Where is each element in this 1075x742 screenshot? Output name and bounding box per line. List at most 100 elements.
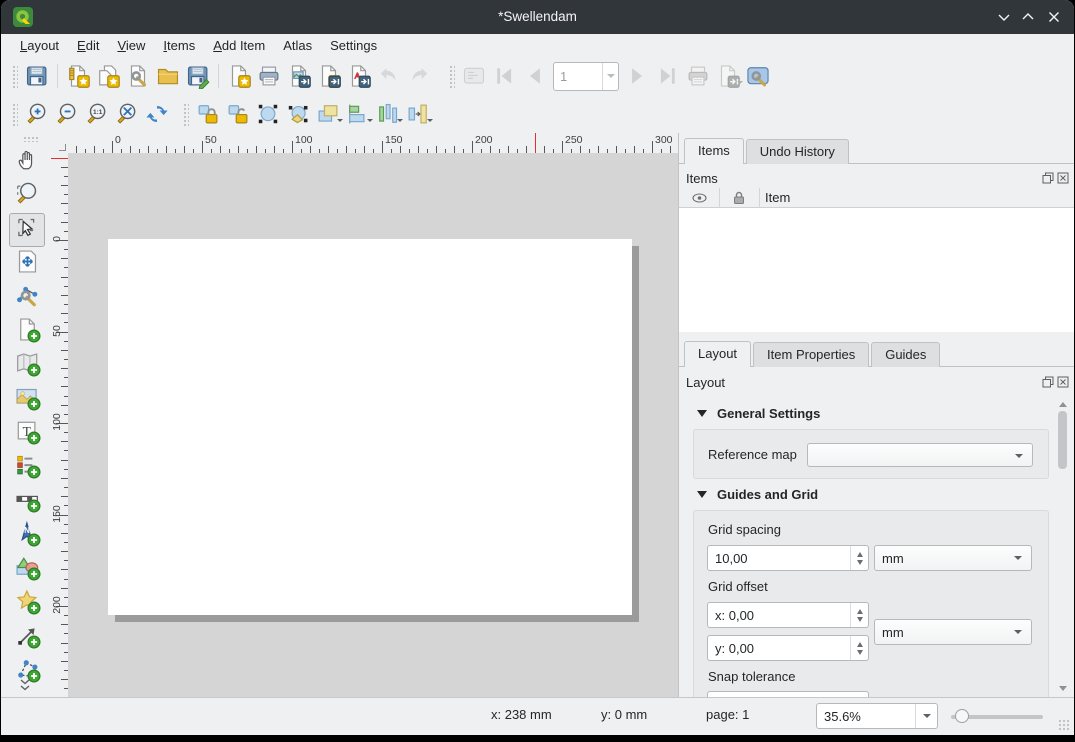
open-layout-button[interactable] — [153, 61, 183, 91]
export-as-image-button[interactable] — [284, 61, 314, 91]
tab-guides[interactable]: Guides — [871, 342, 940, 367]
tab-item-properties[interactable]: Item Properties — [753, 342, 869, 367]
export-as-svg-button[interactable] — [314, 61, 344, 91]
align-selected-items-button[interactable] — [343, 99, 373, 129]
zoom-in-button[interactable] — [22, 99, 52, 129]
preview-atlas-icon — [461, 63, 487, 89]
refresh-view-button[interactable] — [142, 99, 172, 129]
spinner-buttons[interactable] — [850, 603, 868, 627]
add-legend-tool-button[interactable] — [9, 451, 45, 485]
toolbar-grip[interactable] — [448, 64, 455, 88]
close-panel-icon[interactable] — [1057, 375, 1069, 387]
menu-layout[interactable]: Layout — [11, 36, 68, 55]
align-selected-items-icon — [345, 101, 371, 127]
add-marker-tool-button[interactable] — [9, 587, 45, 621]
unlock-all-items-button[interactable] — [223, 99, 253, 129]
add-items-from-template-button[interactable] — [224, 61, 254, 91]
menu-atlas[interactable]: Atlas — [274, 36, 321, 55]
layout-page[interactable] — [108, 239, 632, 615]
add-shape-tool-button[interactable] — [9, 553, 45, 587]
add-label-tool-button[interactable]: T — [9, 417, 45, 451]
add-new-page-tool-button[interactable] — [9, 315, 45, 349]
group-items-button[interactable] — [253, 99, 283, 129]
grid-offset-x-input[interactable]: x: 0,00 — [707, 602, 869, 628]
zoom-slider-handle[interactable] — [955, 709, 969, 723]
toolbar-grip[interactable] — [11, 102, 18, 126]
zoom-level-input[interactable] — [817, 704, 915, 728]
scroll-up-button[interactable] — [1056, 395, 1069, 409]
edit-nodes-item-tool-button[interactable] — [9, 281, 45, 315]
select-move-item-tool-button[interactable] — [9, 213, 45, 247]
zoom-tool-tool-button[interactable] — [9, 179, 45, 213]
raise-selected-items-button[interactable] — [313, 99, 343, 129]
duplicate-layout-button[interactable] — [93, 61, 123, 91]
new-layout-button[interactable] — [63, 61, 93, 91]
spinner-buttons[interactable] — [850, 546, 868, 570]
visibility-column-eye-icon[interactable] — [679, 188, 720, 208]
zoom-actual-size-button[interactable]: 1:1 — [82, 99, 112, 129]
general-settings-section-header[interactable]: General Settings — [697, 405, 820, 422]
show-more-tools-button[interactable] — [15, 678, 35, 699]
undo-button — [374, 61, 404, 91]
grid-offset-unit-dropdown[interactable]: mm — [874, 619, 1032, 645]
float-panel-icon[interactable] — [1042, 171, 1054, 183]
zoom-out-button[interactable] — [52, 99, 82, 129]
ungroup-items-button[interactable] — [283, 99, 313, 129]
add-map-tool-button[interactable] — [9, 349, 45, 383]
tab-layout[interactable]: Layout — [684, 341, 751, 367]
lock-column-lock-icon[interactable] — [719, 188, 760, 208]
add-label-icon: T — [14, 418, 41, 450]
close-panel-icon[interactable] — [1057, 171, 1069, 183]
add-scale-bar-tool-button[interactable] — [9, 485, 45, 519]
menu-add-item[interactable]: Add Item — [204, 36, 274, 55]
reference-map-dropdown[interactable] — [807, 443, 1033, 467]
tab-items[interactable]: Items — [684, 138, 744, 164]
tab-undo-history[interactable]: Undo History — [746, 139, 849, 164]
grid-offset-y-input[interactable]: y: 0,00 — [707, 635, 869, 661]
close-button[interactable] — [1046, 9, 1062, 25]
minimize-button[interactable] — [996, 9, 1012, 25]
toolbar-grip[interactable] — [22, 135, 38, 142]
layout-manager-button[interactable] — [123, 61, 153, 91]
atlas-settings-button[interactable] — [743, 61, 773, 91]
horizontal-ruler[interactable]: 050100150200250300 — [68, 133, 678, 153]
ruler-label: 300 — [655, 134, 673, 146]
zoom-full-extent-button[interactable] — [112, 99, 142, 129]
menu-settings[interactable]: Settings — [321, 36, 386, 55]
zoom-dropdown-arrow[interactable] — [915, 704, 937, 728]
pan-layout-tool-button[interactable] — [9, 145, 45, 179]
save-layout-button[interactable] — [22, 61, 52, 91]
scrollbar-thumb[interactable] — [1058, 411, 1067, 469]
grid-spacing-unit-dropdown[interactable]: mm — [874, 545, 1032, 571]
menu-view[interactable]: View — [108, 36, 154, 55]
items-list[interactable] — [679, 208, 1074, 332]
layout-panel-scrollbar[interactable] — [1056, 395, 1069, 697]
grid-spacing-input[interactable]: 10,00 — [707, 545, 869, 571]
guides-and-grid-section-header[interactable]: Guides and Grid — [697, 486, 818, 503]
spinner-buttons[interactable] — [850, 636, 868, 660]
vertical-ruler[interactable]: 050100150200 — [51, 153, 68, 697]
add-north-arrow-tool-button[interactable]: N — [9, 519, 45, 553]
save-as-template-button[interactable] — [183, 61, 213, 91]
add-picture-tool-button[interactable] — [9, 383, 45, 417]
window-resize-grip[interactable] — [1058, 719, 1070, 731]
float-panel-icon[interactable] — [1042, 375, 1054, 387]
add-marker-icon — [14, 588, 41, 620]
maximize-button[interactable] — [1020, 9, 1036, 25]
menu-edit[interactable]: Edit — [68, 36, 108, 55]
zoom-slider[interactable] — [951, 712, 1043, 720]
distribute-items-button[interactable] — [373, 99, 403, 129]
resize-items-button[interactable] — [403, 99, 433, 129]
title-bar[interactable]: *Swellendam — [1, 0, 1074, 34]
ruler-label: 150 — [385, 134, 403, 146]
export-as-pdf-button[interactable] — [344, 61, 374, 91]
print-layout-button[interactable] — [254, 61, 284, 91]
add-arrow-tool-button[interactable] — [9, 621, 45, 655]
menu-items[interactable]: Items — [154, 36, 204, 55]
lock-selected-items-button[interactable] — [193, 99, 223, 129]
toolbar-grip[interactable] — [182, 102, 189, 126]
toolbar-grip[interactable] — [11, 64, 18, 88]
move-item-content-tool-button[interactable] — [9, 247, 45, 281]
scroll-down-button[interactable] — [1056, 683, 1069, 697]
layout-canvas[interactable] — [68, 153, 678, 697]
